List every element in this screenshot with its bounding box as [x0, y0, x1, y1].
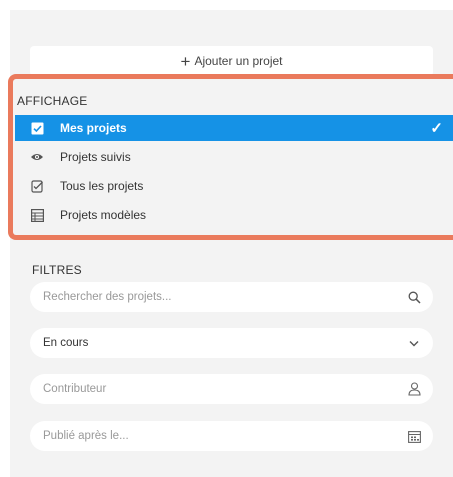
contributor-input[interactable]: Contributeur	[43, 383, 407, 395]
selected-check-icon: ✓	[430, 120, 443, 137]
add-project-label: Ajouter un projet	[194, 54, 283, 68]
eye-icon	[30, 150, 44, 164]
published-after-field[interactable]: Publié après le...	[30, 421, 433, 451]
user-icon	[407, 382, 421, 396]
view-item-label: Mes projets	[60, 121, 127, 135]
status-select-value: En cours	[43, 337, 89, 349]
view-item-my-projects[interactable]: Mes projets ✓	[15, 115, 453, 141]
checkbox-icon	[30, 121, 44, 135]
filters-section-title: FILTRES	[32, 263, 82, 277]
views-section-title: AFFICHAGE	[17, 94, 88, 108]
published-after-input[interactable]: Publié après le...	[43, 430, 407, 442]
view-item-all-projects[interactable]: Tous les projets	[15, 173, 453, 199]
calendar-icon[interactable]	[407, 429, 421, 443]
search-icon[interactable]	[407, 290, 421, 304]
checklist-icon	[30, 179, 44, 193]
search-input[interactable]: Rechercher des projets...	[43, 291, 407, 303]
view-item-label: Projets modèles	[60, 208, 147, 222]
view-item-label: Tous les projets	[60, 179, 144, 193]
view-item-label: Projets suivis	[60, 150, 131, 164]
view-item-template-projects[interactable]: Projets modèles	[15, 202, 453, 228]
template-icon	[30, 208, 44, 222]
chevron-down-icon[interactable]	[407, 336, 421, 350]
status-select[interactable]: En cours	[30, 328, 433, 358]
view-item-followed-projects[interactable]: Projets suivis	[15, 144, 453, 170]
plus-icon: +	[180, 51, 191, 71]
contributor-field[interactable]: Contributeur	[30, 374, 433, 404]
search-projects-field[interactable]: Rechercher des projets...	[30, 282, 433, 312]
add-project-button[interactable]: + Ajouter un projet	[30, 46, 433, 76]
